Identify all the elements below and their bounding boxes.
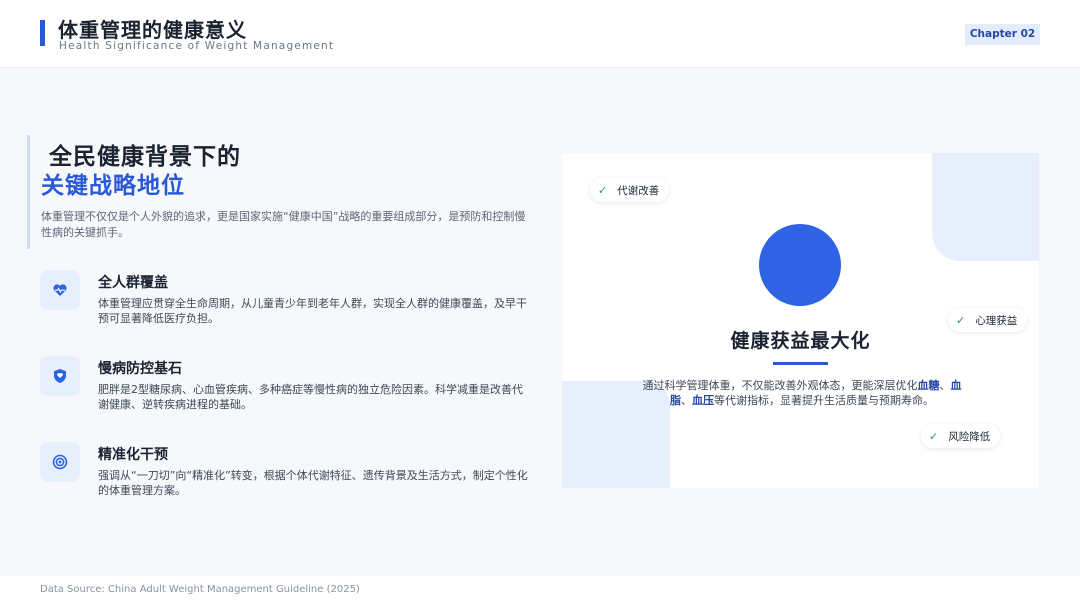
slide-header: 体重管理的健康意义 Health Significance of Weight …: [0, 0, 1080, 68]
intro-description: 体重管理不仅仅是个人外貌的追求，更是国家实施“健康中国”战略的重要组成部分，是预…: [41, 210, 526, 239]
intro-block: 全民健康背景下的 关键战略地位 体重管理不仅仅是个人外貌的追求，更是国家实施“健…: [27, 135, 527, 249]
check-icon: ✓: [956, 313, 966, 327]
card-description: 通过科学管理体重，不仅能改善外观体态，更能深层优化血糖、血脂、血压等代谢指标，显…: [632, 378, 972, 408]
heart-pulse-icon: [40, 270, 80, 310]
tag-label: 风险降低: [948, 430, 991, 443]
tag-mental: ✓ 心理获益: [948, 308, 1028, 332]
benefit-card: 健康获益最大化 通过科学管理体重，不仅能改善外观体态，更能深层优化血糖、血脂、血…: [562, 153, 1039, 488]
decorative-shape: [932, 153, 1039, 261]
card-title-underline: [773, 362, 828, 365]
tag-label: 心理获益: [975, 314, 1018, 327]
card-desc-separator: 、: [681, 394, 692, 407]
feature-description: 强调从“一刀切”向“精准化”转变，根据个体代谢特征、遗传背景及生活方式，制定个性…: [98, 469, 528, 497]
card-desc-text: 等代谢指标，显著提升生活质量与预期寿命。: [714, 394, 934, 407]
header-accent-bar: [40, 20, 45, 46]
feature-item-coverage: 全人群覆盖 体重管理应贯穿全生命周期，从儿童青少年到老年人群，实现全人群的健康覆…: [40, 270, 530, 342]
feature-description: 肥胖是2型糖尿病、心血管疾病、多种癌症等慢性病的独立危险因素。科学减重是改善代谢…: [98, 383, 523, 411]
feature-title: 精准化干预: [98, 447, 168, 463]
slide-title: 体重管理的健康意义: [58, 18, 247, 42]
tag-risk: ✓ 风险降低: [921, 424, 1001, 448]
feature-title: 全人群覆盖: [98, 275, 168, 291]
accent-circle: [759, 224, 841, 306]
tag-label: 代谢改善: [617, 184, 660, 197]
intro-title-line2: 关键战略地位: [41, 173, 185, 199]
card-desc-separator: 、: [939, 379, 951, 392]
data-source: Data Source: China Adult Weight Manageme…: [40, 584, 360, 595]
feature-title: 慢病防控基石: [98, 361, 182, 377]
feature-description: 体重管理应贯穿全生命周期，从儿童青少年到老年人群，实现全人群的健康覆盖，及早干预…: [98, 297, 527, 325]
check-icon: ✓: [929, 429, 939, 443]
highlight-blood-sugar: 血糖: [917, 379, 940, 392]
slide-subtitle: Health Significance of Weight Management: [59, 40, 335, 52]
chapter-badge: Chapter 02: [965, 24, 1040, 45]
feature-item-chronic-disease: 慢病防控基石 肥胖是2型糖尿病、心血管疾病、多种癌症等慢性病的独立危险因素。科学…: [40, 356, 530, 428]
card-desc-text: 通过科学管理体重，不仅能改善外观体态，更能深层优化: [642, 379, 918, 392]
target-icon: [40, 442, 80, 482]
slide-footer: Data Source: China Adult Weight Manageme…: [0, 576, 1080, 608]
highlight-blood-pressure: 血压: [692, 394, 714, 407]
feature-item-precision: 精准化干预 强调从“一刀切”向“精准化”转变，根据个体代谢特征、遗传背景及生活方…: [40, 442, 530, 514]
check-icon: ✓: [598, 183, 608, 197]
tag-metabolism: ✓ 代谢改善: [590, 178, 670, 202]
shield-icon: [40, 356, 80, 396]
